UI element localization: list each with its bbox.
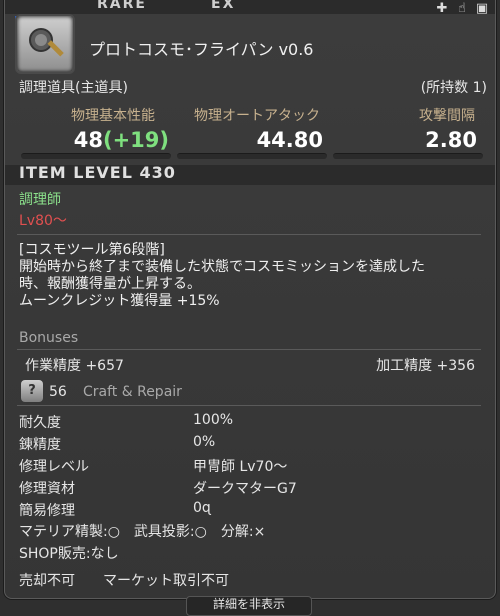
detail-label: 耐久度 [19,415,61,431]
plus-icon[interactable]: ✚ [435,1,449,17]
bonuses-title: Bonuses [19,330,79,346]
stat-label-auto-attack: 物理オートアタック [194,108,320,124]
item-description: [コスモツール第6段階] 開始時から終了まで装備した状態でコスモミッションを達成… [19,242,489,310]
stat-value-delay: 2.80 [425,128,477,152]
item-tooltip: RARE EX ✚ ☝ ▣ プロトコスモ･フライパン v0.6 調理道具(主道具… [4,0,496,599]
detail-label: 錬精度 [19,437,61,453]
owned-count: (所持数 1) [420,80,487,96]
hand-icon[interactable]: ☝ [455,1,469,17]
detail-value: 0ɋ [193,500,211,516]
description-line: 開始時から終了まで装備した状態でコスモミッションを達成した [19,259,425,275]
storage-icon[interactable]: ▣ [475,1,489,17]
rarity-tag: RARE [97,0,147,12]
craft-repair-number: 56 [49,384,67,400]
top-icons: ✚ ☝ ▣ [435,1,489,17]
stat-bar-1 [21,153,171,159]
stat-label-delay: 攻撃間隔 [419,108,475,124]
bonus-control: 加工精度 +356 [376,358,475,374]
header-band [5,0,495,14]
divider [17,405,481,406]
materia-icon: ? [21,380,43,402]
detail-value: 0% [193,434,216,450]
craft-repair-title: Craft & Repair [83,384,182,400]
ex-tag: EX [211,0,236,12]
detail-label: 修理レベル [19,459,89,475]
shop-flag: SHOP販売:なし [19,546,119,562]
detail-label: 修理資材 [19,481,75,497]
stat-bonus: (+19) [102,128,169,152]
bonus-craftsmanship: 作業精度 +657 [25,358,124,374]
job-name: 調理師 [19,192,61,208]
toggle-details-button[interactable]: 詳細を非表示 [186,596,312,616]
detail-label: 簡易修理 [19,503,75,519]
description-line: [コスモツール第6段階] [19,242,165,258]
stat-value-auto-attack: 44.80 [256,128,323,152]
divider [17,234,481,235]
detail-value: ダークマターG7 [193,481,297,497]
stat-label-physical-damage: 物理基本性能 [71,108,155,124]
detail-value: 甲冑師 Lv70～ [193,459,288,475]
trade-flags: 売却不可 マーケット取引不可 [19,573,229,589]
item-name: プロトコスモ･フライパン v0.6 [89,40,314,59]
stat-bar-2 [177,153,327,159]
frying-pan-icon [15,14,75,74]
item-level: ITEM LEVEL 430 [19,163,176,182]
item-category: 調理道具(主道具) [19,80,128,96]
stat-bar-3 [333,153,483,159]
description-line: ムーンクレジット獲得量 +15% [19,293,220,309]
divider [17,349,481,350]
stat-value-physical-damage: 48(+19) [73,128,169,152]
detail-value: 100% [193,412,234,428]
description-line: 時、報酬獲得量が上昇する。 [19,276,201,292]
level-requirement: Lv80～ [19,213,67,229]
materia-flags: マテリア精製:○ 武具投影:○ 分解:× [19,524,266,540]
